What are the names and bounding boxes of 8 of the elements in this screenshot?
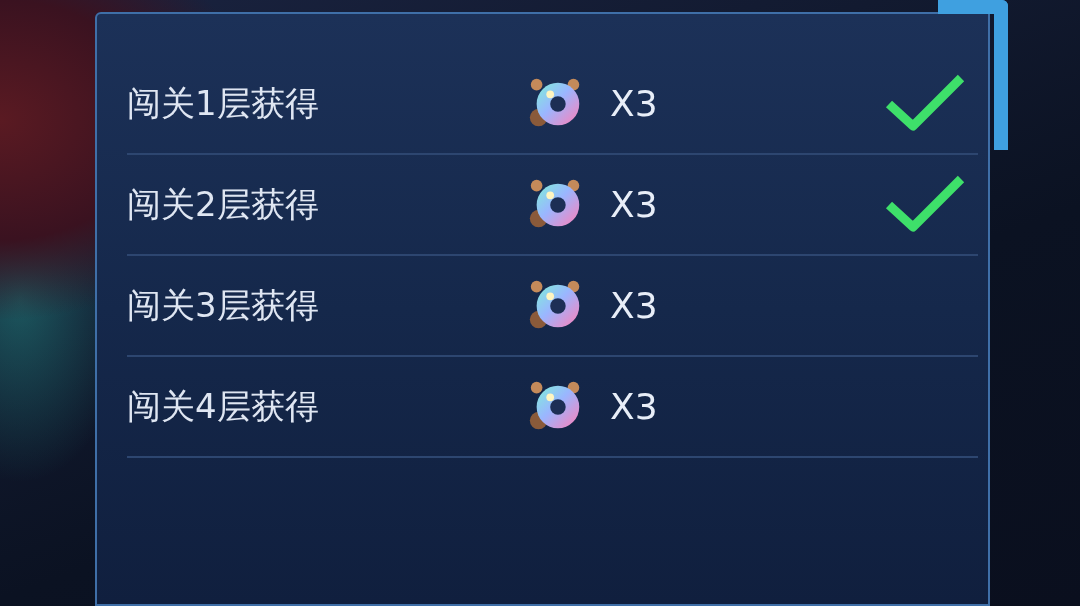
reward-amount: X3	[610, 386, 659, 427]
reward-amount: X3	[610, 285, 659, 326]
reward-amount: X3	[610, 83, 659, 124]
reward-label: 闯关2层获得	[127, 182, 320, 226]
reward-label: 闯关1层获得	[127, 81, 320, 125]
reward-amount: X3	[610, 184, 659, 225]
reward-label: 闯关4层获得	[127, 384, 320, 428]
reward-label: 闯关3层获得	[127, 283, 320, 327]
